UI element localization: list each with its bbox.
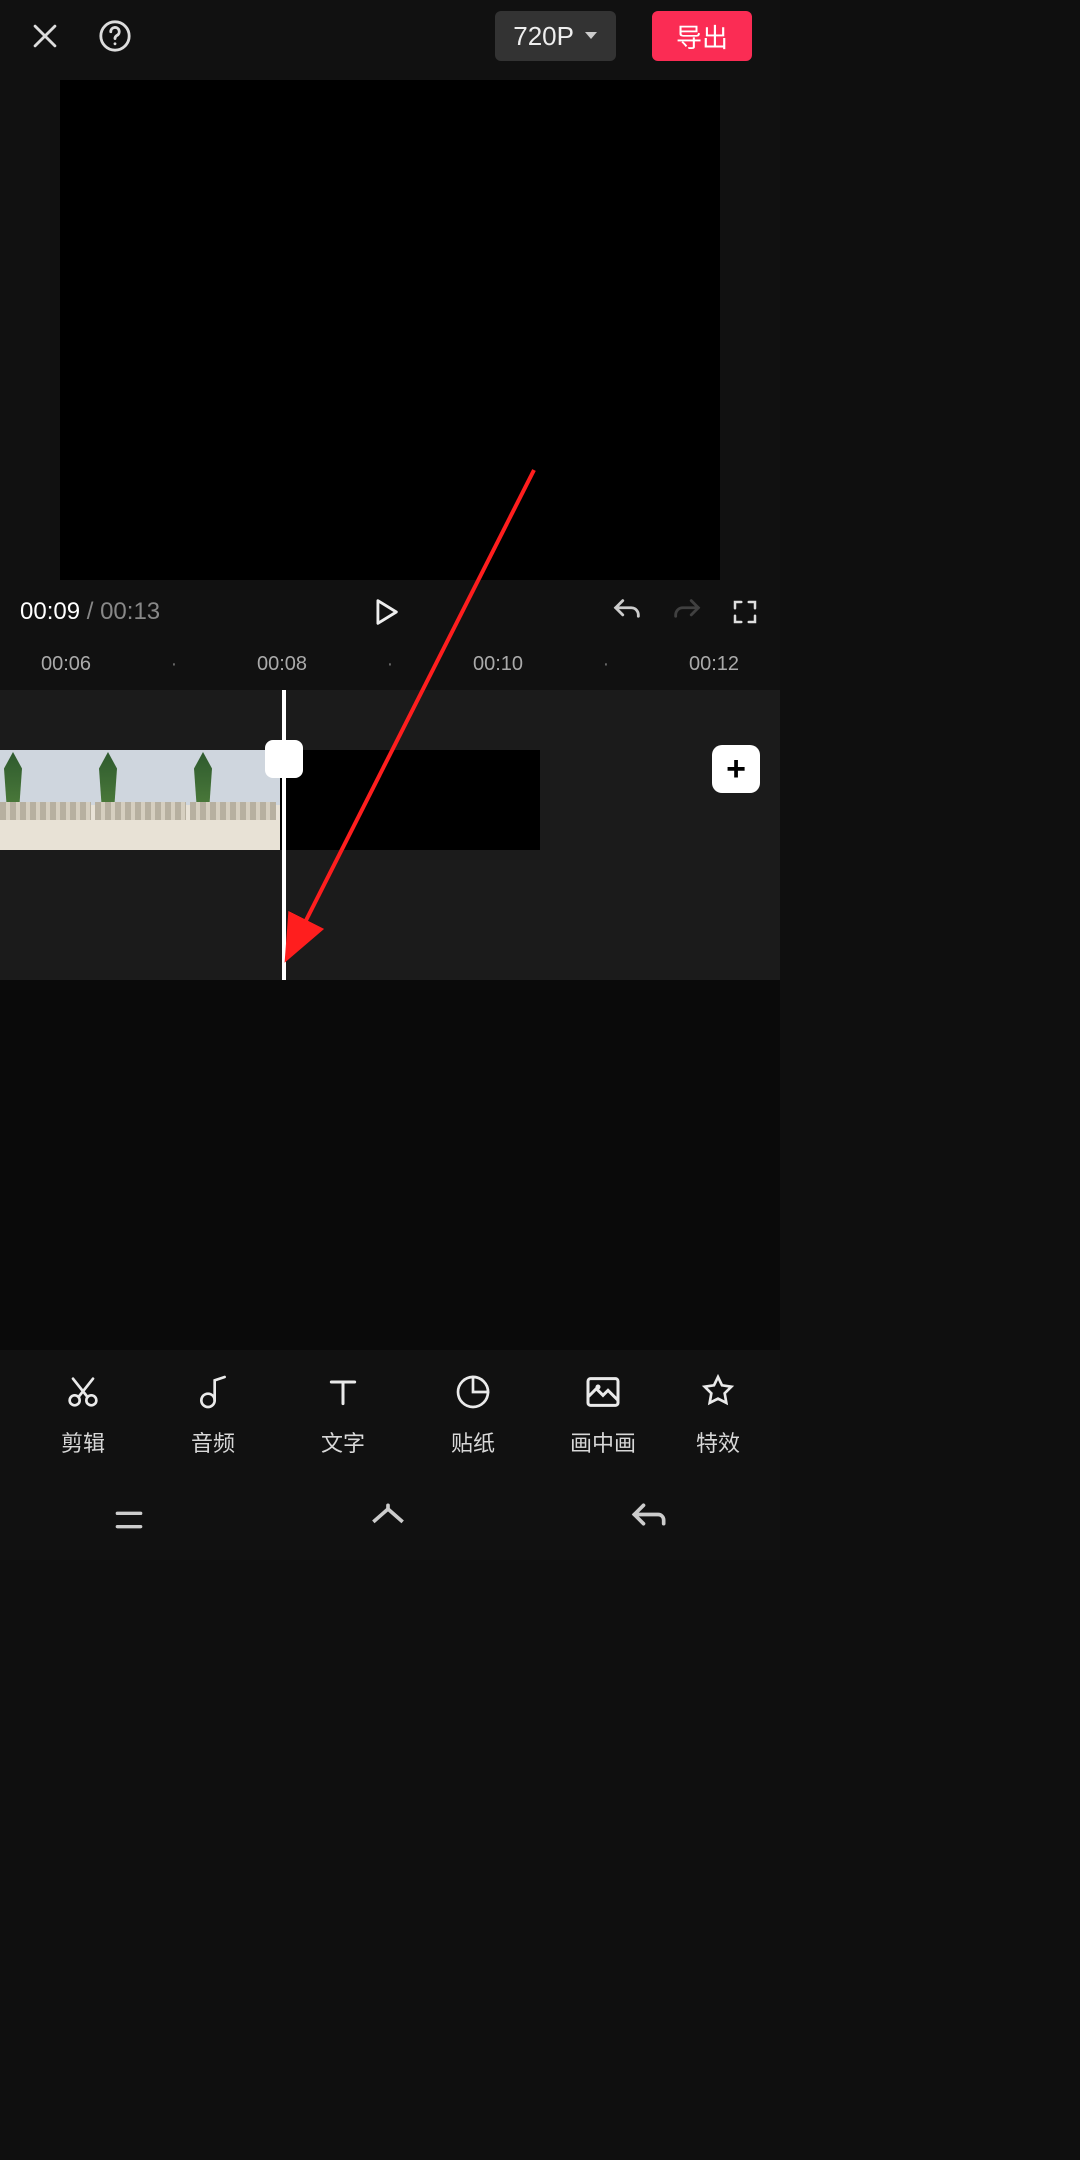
tool-label: 特效 [696, 1426, 740, 1458]
ruler-tick: 00:08 [228, 653, 336, 676]
clip-black[interactable] [280, 750, 540, 850]
top-bar: 720P 导出 [0, 0, 780, 72]
clip-thumbnail[interactable] [0, 750, 95, 850]
tool-fx[interactable]: 特效 [668, 1372, 768, 1458]
time-display: 00:09 / 00:13 [20, 598, 160, 626]
playhead-handle[interactable] [265, 740, 303, 778]
tool-audio[interactable]: 音频 [148, 1372, 278, 1458]
ruler-tick: 00:06 [12, 653, 120, 676]
tool-pip[interactable]: 画中画 [538, 1372, 668, 1458]
fullscreen-button[interactable] [730, 597, 760, 627]
ruler-tick: 00:10 [444, 653, 552, 676]
undo-button[interactable] [610, 595, 644, 629]
nav-back-icon[interactable] [627, 1498, 671, 1542]
resolution-select[interactable]: 720P [495, 11, 616, 61]
play-button[interactable] [368, 595, 402, 629]
add-clip-label: + [726, 750, 746, 789]
time-duration: 00:13 [100, 598, 160, 625]
video-preview[interactable] [60, 80, 720, 580]
tool-text[interactable]: 文字 [278, 1372, 408, 1458]
tool-sticker[interactable]: 贴纸 [408, 1372, 538, 1458]
timeline[interactable]: + [0, 690, 780, 980]
tool-label: 画中画 [570, 1426, 636, 1458]
ruler-tick: 00:12 [660, 653, 768, 676]
time-current: 00:09 [20, 598, 80, 625]
tool-cut[interactable]: 剪辑 [18, 1372, 148, 1458]
tool-label: 文字 [321, 1426, 365, 1458]
close-icon[interactable] [28, 19, 62, 53]
tool-label: 音频 [191, 1426, 235, 1458]
add-clip-button[interactable]: + [712, 745, 760, 793]
export-label: 导出 [676, 18, 728, 55]
spacer [0, 980, 780, 1350]
nav-recent-icon[interactable] [109, 1500, 149, 1540]
tool-row: 剪辑 音频 文字 贴纸 画中画 特效 [0, 1350, 780, 1480]
tool-label: 贴纸 [451, 1426, 495, 1458]
playhead[interactable] [282, 690, 286, 980]
export-button[interactable]: 导出 [652, 11, 752, 61]
clip-thumbnail[interactable] [95, 750, 190, 850]
playback-bar: 00:09 / 00:13 [0, 580, 780, 644]
nav-home-icon[interactable] [366, 1498, 410, 1542]
resolution-label: 720P [513, 21, 574, 52]
system-navbar [0, 1480, 780, 1560]
tool-label: 剪辑 [61, 1426, 105, 1458]
help-icon[interactable] [98, 19, 132, 53]
timeline-ruler: 00:06 · 00:08 · 00:10 · 00:12 [0, 644, 780, 684]
redo-button [670, 595, 704, 629]
